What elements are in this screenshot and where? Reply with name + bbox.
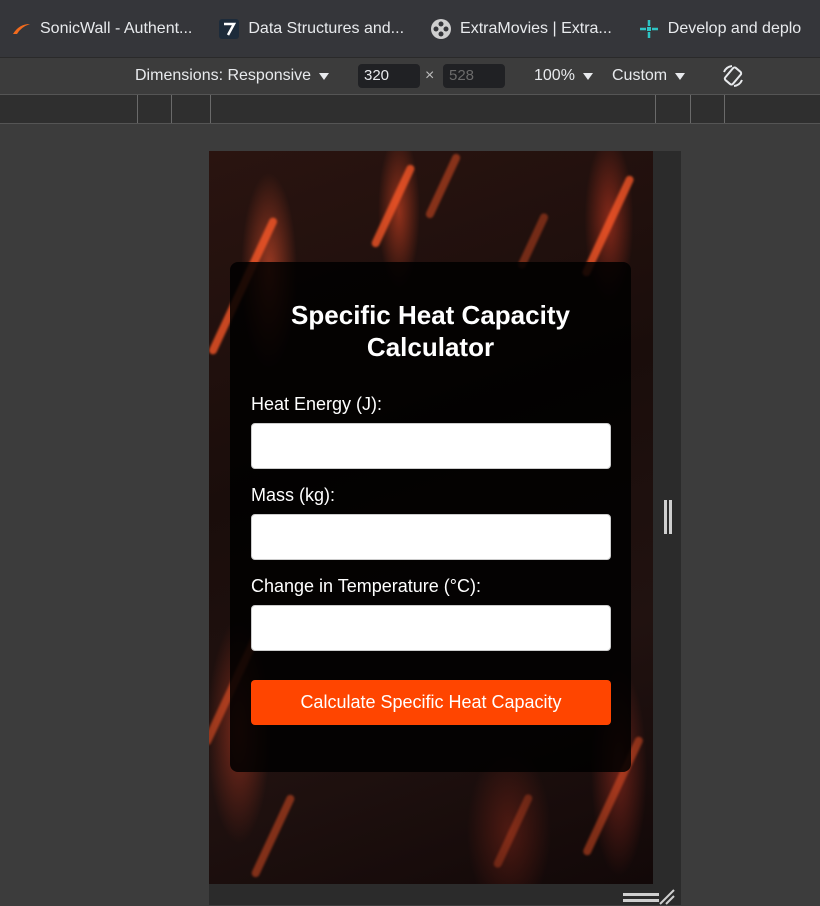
page-title: Specific Heat Capacity Calculator	[230, 299, 631, 363]
bookmark-sonicwall[interactable]: SonicWall - Authent...	[10, 18, 192, 40]
bookmarks-bar: SonicWall - Authent... Data Structures a…	[0, 0, 820, 58]
resize-corner-icon[interactable]	[658, 888, 676, 906]
mass-input[interactable]	[251, 514, 611, 560]
dimensions-dropdown[interactable]: Dimensions: Responsive	[135, 58, 330, 94]
height-input[interactable]: 528	[443, 64, 505, 88]
resize-handle-right-bar[interactable]	[669, 500, 672, 534]
temperature-change-input[interactable]	[251, 605, 611, 651]
bookmark-data-structures[interactable]: Data Structures and...	[218, 18, 404, 40]
times-icon: ×	[425, 67, 435, 84]
device-right-edge	[653, 151, 681, 884]
zoom-label: 100%	[534, 67, 575, 84]
rotate-icon[interactable]	[720, 58, 746, 94]
heat-energy-input[interactable]	[251, 423, 611, 469]
mass-label: Mass (kg):	[251, 485, 336, 505]
resize-handle-bottom-bar[interactable]	[623, 899, 659, 902]
bookmark-label: ExtraMovies | Extra...	[460, 19, 612, 37]
heat-energy-label: Heat Energy (J):	[251, 394, 383, 414]
title-line-2: Calculator	[366, 332, 495, 362]
title-line-1: Specific Heat Capacity	[291, 300, 570, 330]
bookmark-label: Develop and deplo	[667, 19, 802, 37]
chevron-down-icon	[582, 72, 593, 80]
data-structures-icon	[218, 18, 240, 40]
chevron-down-icon	[675, 72, 686, 80]
device-bottom-edge	[209, 884, 681, 905]
temperature-change-label: Change in Temperature (°C):	[251, 576, 481, 596]
width-input[interactable]: 320	[358, 64, 420, 88]
zoom-dropdown[interactable]: 100%	[534, 58, 593, 94]
bookmark-label: SonicWall - Authent...	[40, 19, 193, 37]
throttle-label: Custom	[612, 67, 668, 84]
deploy-icon	[638, 18, 660, 40]
bookmark-extramovies[interactable]: ExtraMovies | Extra...	[430, 18, 612, 40]
throttle-dropdown[interactable]: Custom	[612, 58, 686, 94]
dimensions-label: Dimensions: Responsive	[135, 67, 312, 84]
device-toolbar: Dimensions: Responsive 320 × 528 100% Cu…	[0, 58, 820, 94]
bookmark-label: Data Structures and...	[248, 19, 405, 37]
resize-handle-right[interactable]	[664, 500, 667, 534]
bookmark-deploy[interactable]: Develop and deplo	[638, 18, 801, 40]
chevron-down-icon	[319, 72, 330, 80]
media-query-ruler[interactable]	[0, 94, 820, 124]
calculator-card: Specific Heat Capacity Calculator Heat E…	[230, 262, 631, 772]
resize-handle-bottom[interactable]	[623, 893, 659, 896]
sonicwall-icon	[10, 18, 32, 40]
film-reel-icon	[430, 18, 452, 40]
calculate-button[interactable]: Calculate Specific Heat Capacity	[251, 680, 611, 725]
